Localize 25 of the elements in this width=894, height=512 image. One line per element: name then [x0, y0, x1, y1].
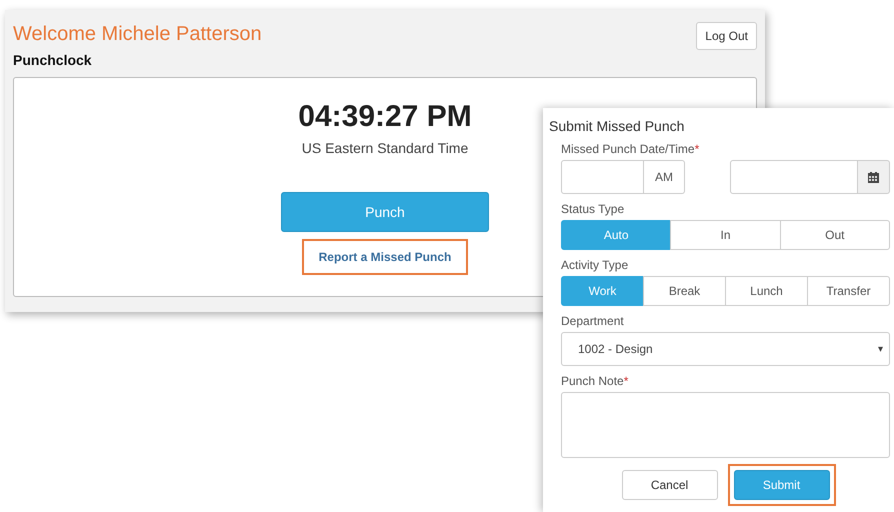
department-select[interactable]: 1002 - Design ▾ [561, 332, 890, 366]
log-out-button[interactable]: Log Out [696, 22, 757, 50]
field-label: Status Type [561, 202, 626, 216]
clock-time: 04:39:27 PM [298, 100, 472, 134]
time-input[interactable] [561, 160, 644, 194]
calendar-button[interactable] [858, 160, 890, 194]
field-label: Department [561, 314, 625, 328]
missed-punch-link[interactable]: Report a Missed Punch [302, 239, 468, 275]
am-pm-toggle[interactable]: AM [644, 160, 685, 194]
section-title: Punchclock [13, 52, 93, 68]
timezone-label: US Eastern Standard Time [302, 140, 468, 156]
field-label: Activity Type [561, 258, 630, 272]
activity-type-option[interactable]: Transfer [807, 276, 890, 306]
activity-type-option[interactable]: Lunch [725, 276, 808, 306]
welcome-title: Welcome Michele Patterson [13, 22, 262, 46]
punch-note-field[interactable] [561, 392, 890, 458]
calendar-icon [868, 172, 879, 182]
activity-type-option[interactable]: Break [643, 276, 726, 306]
cancel-button[interactable]: Cancel [622, 470, 718, 500]
status-type-option[interactable]: Out [780, 220, 890, 250]
date-input[interactable] [730, 160, 858, 194]
status-type-option[interactable]: In [670, 220, 781, 250]
field-label: Punch Note* [561, 374, 630, 388]
dialog-title: Submit Missed Punch [549, 118, 686, 134]
field-label: Missed Punch Date/Time* [561, 142, 700, 156]
